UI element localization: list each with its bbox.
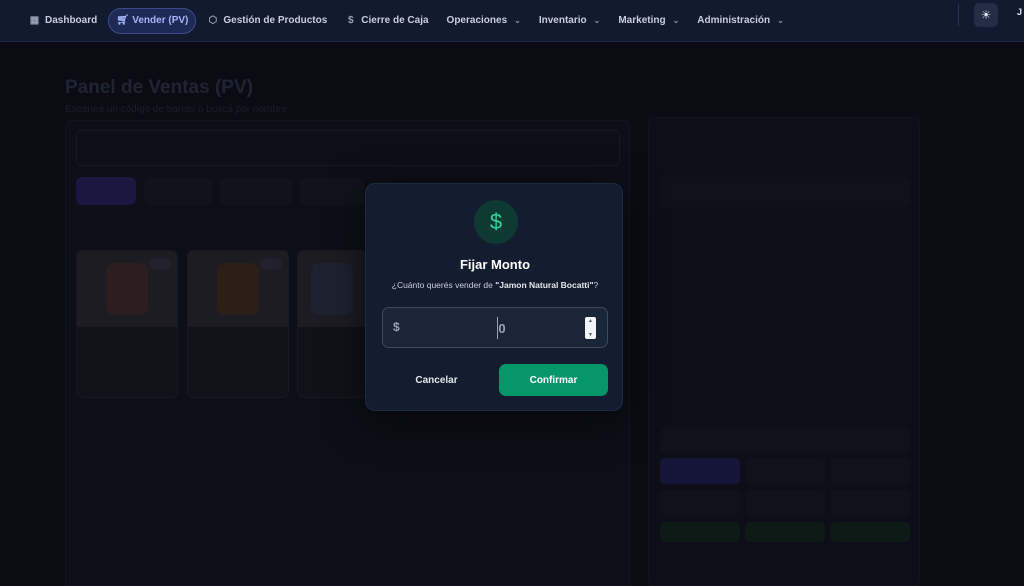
text-caret — [497, 317, 498, 339]
spinner-down-icon[interactable]: ▼ — [588, 332, 593, 338]
question-prefix: ¿Cuánto querés vender de — [391, 280, 496, 290]
product-name: "Jamon Natural Bocatti" — [495, 280, 594, 290]
question-suffix: ? — [593, 280, 599, 290]
number-spinner[interactable]: ▲ ▼ — [585, 317, 596, 339]
amount-input[interactable] — [407, 316, 597, 340]
currency-symbol: $ — [393, 320, 400, 334]
set-amount-modal: $ Fijar Monto ¿Cuánto querés vender de "… — [365, 183, 623, 411]
amount-field[interactable]: $ ▲ ▼ — [382, 307, 608, 348]
confirm-button[interactable]: Confirmar — [499, 364, 608, 396]
modal-question: ¿Cuánto querés vender de "Jamon Natural … — [366, 280, 624, 290]
dollar-icon: $ — [474, 200, 518, 244]
modal-title: Fijar Monto — [459, 257, 531, 272]
spinner-up-icon[interactable]: ▲ — [588, 318, 593, 324]
cancel-button[interactable]: Cancelar — [382, 364, 491, 396]
